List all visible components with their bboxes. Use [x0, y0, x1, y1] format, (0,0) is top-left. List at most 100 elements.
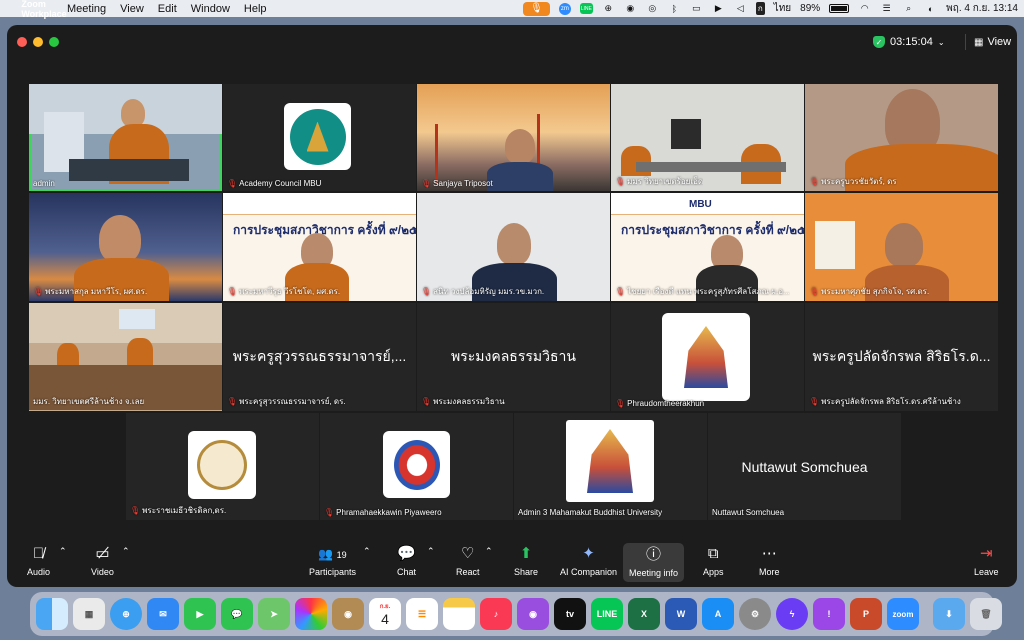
- wifi-icon[interactable]: ◠: [858, 3, 871, 14]
- trash-icon[interactable]: 🗑: [970, 598, 1002, 630]
- calendar-icon[interactable]: ก.ย. 4: [369, 598, 401, 630]
- downloads-folder-icon[interactable]: ⬇: [933, 598, 965, 630]
- ai-companion-label: AI Companion: [560, 567, 618, 577]
- video-options-chevron-icon[interactable]: ⌃: [122, 546, 130, 557]
- leave-button[interactable]: ⇥ Leave: [974, 546, 999, 578]
- menu-meeting[interactable]: Meeting: [60, 3, 113, 15]
- video-tile[interactable]: 🎙 Phramahaekkawin Piyaweero: [320, 413, 513, 520]
- zoom-status-icon[interactable]: zm: [558, 2, 571, 15]
- mail-icon[interactable]: ✉: [147, 598, 179, 630]
- dock: ▦ ⊕ ✉ ▶ 💬 ➤ ◉ ก.ย. 4 ☰ ♪ ◉ tv LINE X W A…: [30, 592, 1002, 636]
- participant-name: 🎙 Phramahaekkawin Piyaweero: [324, 508, 442, 517]
- feedback-icon[interactable]: !: [813, 598, 845, 630]
- video-tile[interactable]: การประชุมสภาวิชาการ ครั้งที่ ๙/๒๕๖๘ 🎙 พระ…: [223, 193, 416, 301]
- participants-button[interactable]: 👥 19 Participants: [309, 546, 356, 577]
- meeting-info-button[interactable]: ⓘ Meeting info: [623, 543, 685, 582]
- apple-tv-icon[interactable]: tv: [554, 598, 586, 630]
- participant-name: 🎙 พระมหาสกุล มหาวีโร, ผศ.ดร.: [33, 285, 147, 298]
- chat-button[interactable]: 💬 Chat: [397, 546, 416, 578]
- system-settings-icon[interactable]: ⚙: [739, 598, 771, 630]
- video-tile[interactable]: 🎙 สนิท วงปล้อมหิรัญ มมร.วข.มวก.: [417, 193, 610, 301]
- ai-companion-button[interactable]: ✦ AI Companion: [560, 546, 618, 578]
- launchpad-icon[interactable]: ▦: [73, 598, 105, 630]
- react-chevron-icon[interactable]: ⌃: [485, 546, 493, 557]
- podcasts-icon[interactable]: ◉: [517, 598, 549, 630]
- close-window-button[interactable]: [17, 37, 27, 47]
- app-store-icon[interactable]: A: [702, 598, 734, 630]
- facetime-icon[interactable]: ▶: [184, 598, 216, 630]
- video-off-icon: ▭̸: [95, 545, 110, 562]
- user-switch-icon[interactable]: ◐: [924, 3, 937, 14]
- notes-icon[interactable]: [443, 598, 475, 630]
- meeting-timer[interactable]: ✓ 03:15:04 ⌄: [873, 34, 945, 50]
- video-tile[interactable]: MBU การประชุมสภาวิชาการ ครั้งที่ ๙/๒๕๖๘ …: [611, 193, 804, 301]
- video-tile[interactable]: 🎙 พระมหาศุภชัย สุภกิจโจ, รศ.ดร.: [805, 193, 998, 301]
- video-button[interactable]: ▭̸ Video: [91, 545, 114, 578]
- video-tile[interactable]: 🎙 พระราชเมธีวชิรดิลก,ดร.: [126, 413, 319, 520]
- control-center-icon[interactable]: ☰: [880, 3, 893, 14]
- video-tile[interactable]: 🎙 มมร วิทยาเขตร้อยเอ็ด: [611, 84, 804, 191]
- participants-chevron-icon[interactable]: ⌃: [363, 546, 371, 557]
- video-tile[interactable]: 🎙 Phraudomtheerakhun: [611, 303, 804, 411]
- line-status-icon[interactable]: LINE: [579, 3, 593, 14]
- zoom-icon[interactable]: zoom: [887, 598, 919, 630]
- audio-options-chevron-icon[interactable]: ⌃: [59, 546, 67, 557]
- menu-help[interactable]: Help: [237, 3, 274, 15]
- encryption-shield-icon[interactable]: ✓: [873, 36, 885, 48]
- bluetooth-icon[interactable]: ᛒ: [668, 3, 681, 14]
- video-tile[interactable]: พระครูสุวรรณธรรมาจารย์,... 🎙 พระครูสุวรรณ…: [223, 303, 416, 411]
- video-tile[interactable]: 🎙 พระมหาสกุล มหาวีโร, ผศ.ดร.: [29, 193, 222, 301]
- safari-icon[interactable]: ⊕: [110, 598, 142, 630]
- finder-icon[interactable]: [36, 598, 68, 630]
- volume-icon[interactable]: ◁: [734, 3, 747, 14]
- react-button[interactable]: ♡ React: [456, 546, 480, 578]
- video-tile[interactable]: พระครูปลัดจักรพล สิริธโร.ด... 🎙 พระครูปลั…: [805, 303, 998, 411]
- more-button[interactable]: ⋯ More: [759, 546, 780, 578]
- maps-icon[interactable]: ➤: [258, 598, 290, 630]
- mic-muted-icon: 🎙: [33, 287, 44, 296]
- mic-in-use-icon[interactable]: 🎙: [523, 1, 550, 16]
- menu-app-name[interactable]: Zoom Workplace: [21, 0, 66, 25]
- view-button[interactable]: ▦ View: [965, 34, 1011, 50]
- photos-icon[interactable]: [295, 598, 327, 630]
- menu-edit[interactable]: Edit: [151, 3, 184, 15]
- minimize-window-button[interactable]: [33, 37, 43, 47]
- menu-window[interactable]: Window: [184, 3, 237, 15]
- chat-chevron-icon[interactable]: ⌃: [427, 546, 435, 557]
- spotlight-icon[interactable]: ⌕: [902, 3, 915, 14]
- excel-icon[interactable]: X: [628, 598, 660, 630]
- input-source-label[interactable]: ไทย: [774, 1, 791, 16]
- contacts-icon[interactable]: ◉: [332, 598, 364, 630]
- menu-view[interactable]: View: [113, 3, 151, 15]
- mic-muted-icon: 🎙: [809, 397, 820, 406]
- video-tile[interactable]: 🎙 Sanjaya Triposot: [417, 84, 610, 191]
- video-tile[interactable]: 🎙 พระครูบวรชัยวัตร์, ดร: [805, 84, 998, 191]
- messages-icon[interactable]: 💬: [221, 598, 253, 630]
- fullscreen-window-button[interactable]: [49, 37, 59, 47]
- participant-display-name: พระครูปลัดจักรพล สิริธโร.ด...: [812, 348, 991, 364]
- video-tile[interactable]: 🎙 Academy Council MBU: [223, 84, 416, 191]
- video-tile[interactable]: มมร. วิทยาเขตศรีล้านช้าง จ.เลย: [29, 303, 222, 411]
- video-tile[interactable]: Nuttawut Somchuea Nuttawut Somchuea: [708, 413, 901, 520]
- menu-extra-icon[interactable]: ⊕: [602, 3, 615, 14]
- video-tile[interactable]: พระมงคลธรรมวิธาน 🎙 พระมงคลธรรมวิธาน: [417, 303, 610, 411]
- line-icon[interactable]: LINE: [591, 598, 623, 630]
- now-playing-icon[interactable]: ▶: [712, 3, 725, 14]
- menubar-clock[interactable]: พฤ. 4 ก.ย. 13:14: [946, 1, 1018, 16]
- battery-icon[interactable]: [829, 4, 850, 13]
- video-tile[interactable]: Admin 3 Mahamakut Buddhist University: [514, 413, 707, 520]
- word-icon[interactable]: W: [665, 598, 697, 630]
- input-source-icon[interactable]: ก: [755, 2, 765, 15]
- powerpoint-icon[interactable]: P: [850, 598, 882, 630]
- share-button[interactable]: ⬆ Share: [514, 546, 538, 578]
- display-icon[interactable]: ▭: [690, 3, 703, 14]
- airdrop-icon[interactable]: ◎: [646, 3, 659, 14]
- audio-button[interactable]: 🎙̸ Audio: [27, 546, 50, 578]
- calendar-month: ก.ย.: [379, 604, 391, 610]
- messenger-icon[interactable]: ϟ: [776, 598, 808, 630]
- reminders-icon[interactable]: ☰: [406, 598, 438, 630]
- focus-icon[interactable]: ◉: [624, 3, 637, 14]
- video-tile[interactable]: admin: [29, 84, 222, 191]
- apps-button[interactable]: ⧉ Apps: [703, 546, 724, 578]
- music-icon[interactable]: ♪: [480, 598, 512, 630]
